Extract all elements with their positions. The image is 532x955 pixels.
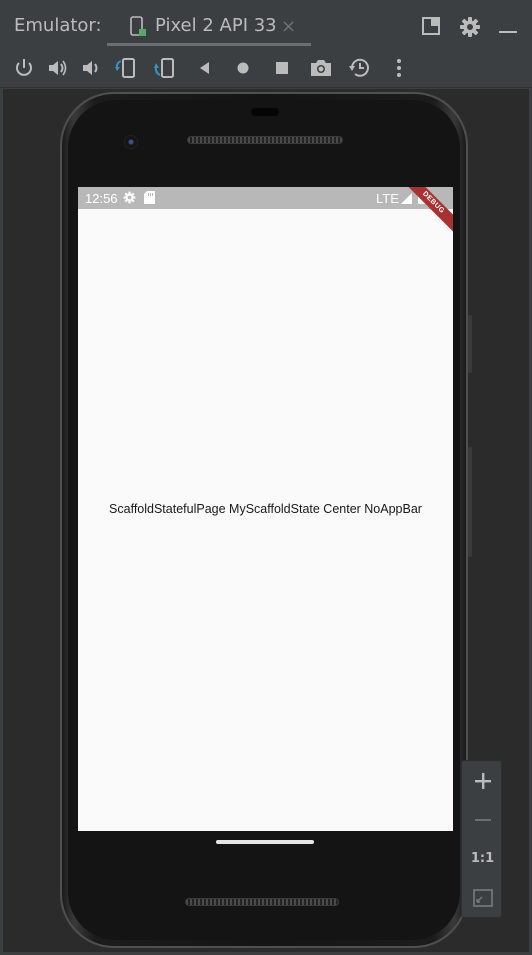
bottom-speaker	[185, 898, 339, 906]
more-icon[interactable]	[388, 57, 410, 79]
rotate-left-icon[interactable]	[114, 57, 136, 79]
tab-pixel-2[interactable]: Pixel 2 API 33 ×	[107, 8, 311, 46]
gesture-nav-pill[interactable]	[216, 840, 314, 844]
overview-icon[interactable]	[271, 57, 293, 79]
emulator-toolbar	[0, 48, 532, 88]
minimize-icon[interactable]	[498, 20, 518, 39]
rotate-right-icon[interactable]	[153, 57, 175, 79]
settings-status-icon	[123, 191, 136, 207]
status-time: 12:56	[85, 191, 118, 206]
close-icon[interactable]: ×	[281, 16, 296, 37]
home-icon[interactable]	[232, 57, 254, 79]
top-speaker	[187, 136, 343, 144]
power-button[interactable]	[468, 315, 472, 373]
fit-screen-icon	[472, 889, 493, 907]
earpiece-slot	[251, 108, 279, 116]
sd-card-icon	[144, 191, 155, 207]
actual-size-button[interactable]: 1:1	[462, 839, 503, 877]
device-screen[interactable]: 12:56 LTE DEBUG ScaffoldStatefulPage MyS…	[78, 187, 453, 831]
device-icon	[129, 16, 147, 42]
plus-icon	[474, 773, 491, 789]
volume-button[interactable]	[468, 447, 472, 557]
tab-underline	[107, 43, 311, 46]
minus-icon	[474, 819, 491, 821]
status-bar: 12:56 LTE DEBUG	[78, 187, 453, 237]
network-type: LTE	[376, 191, 399, 206]
gear-icon[interactable]	[459, 16, 481, 42]
window-title: Emulator:	[14, 15, 102, 36]
title-bar: Emulator: Pixel 2 API 33 ×	[0, 0, 532, 48]
fit-screen-button[interactable]	[462, 879, 503, 917]
center-message: ScaffoldStatefulPage MyScaffoldState Cen…	[109, 502, 422, 516]
volume-down-icon[interactable]	[80, 57, 102, 79]
layout-icon[interactable]	[421, 16, 441, 40]
screenshot-icon[interactable]	[309, 57, 331, 79]
zoom-out-button[interactable]	[462, 801, 503, 839]
tab-label: Pixel 2 API 33	[155, 15, 277, 36]
signal-icon	[401, 192, 412, 207]
zoom-controls: 1:1	[461, 760, 502, 918]
volume-up-icon[interactable]	[46, 57, 68, 79]
power-icon[interactable]	[13, 57, 35, 79]
zoom-in-button[interactable]	[462, 762, 503, 800]
actual-size-label: 1:1	[470, 850, 495, 866]
snapshot-icon[interactable]	[348, 57, 370, 79]
back-icon[interactable]	[194, 57, 216, 79]
front-camera-icon	[124, 135, 138, 149]
